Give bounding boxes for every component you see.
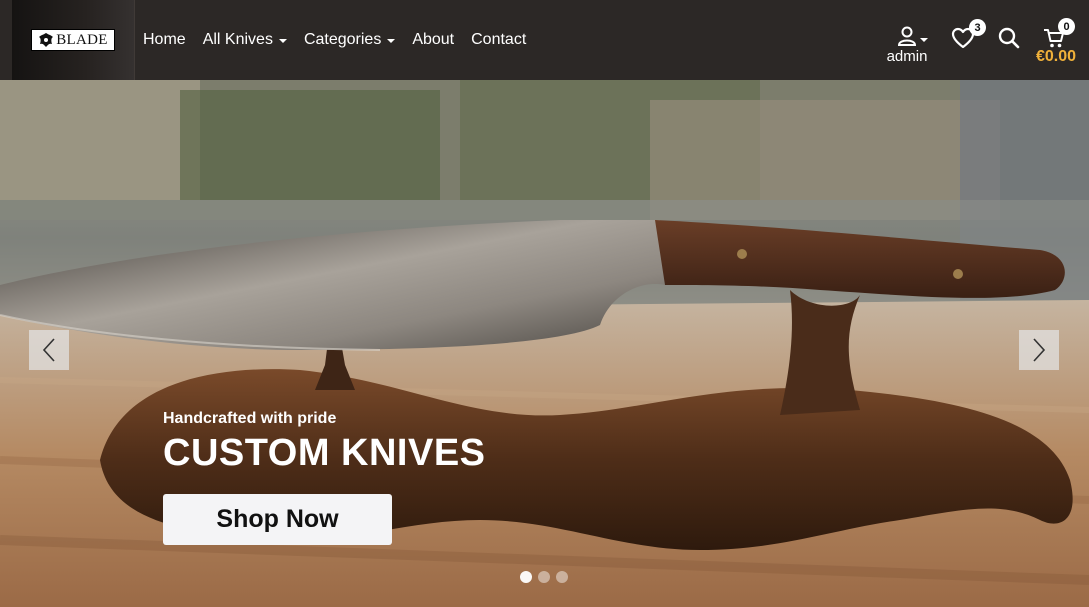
chevron-right-icon (1033, 338, 1046, 362)
slider-dot-2[interactable] (538, 571, 550, 583)
cart-total[interactable]: €0.00 (1036, 48, 1076, 66)
slider-dot-3[interactable] (556, 571, 568, 583)
logo-text: BLADE (56, 31, 108, 48)
wishlist-count-badge: 3 (969, 19, 986, 36)
user-icon (897, 26, 917, 46)
nav-item-label: Categories (303, 31, 382, 48)
user-menu[interactable]: admin (882, 26, 932, 66)
nav-item-categories[interactable]: Categories (303, 31, 396, 49)
nav-item-label: Contact (471, 31, 527, 48)
search-icon[interactable] (998, 27, 1020, 49)
logo[interactable]: BLADE (31, 29, 115, 51)
nav-item-contact[interactable]: Contact (471, 31, 526, 49)
slider-dot-1[interactable] (520, 571, 532, 583)
nav-item-label: About (412, 31, 455, 48)
caret-down-icon (278, 39, 287, 43)
slider-prev-button[interactable] (29, 330, 69, 370)
hero-title: CUSTOM KNIVES (163, 432, 486, 474)
slider-next-button[interactable] (1019, 330, 1059, 370)
cart-count-badge: 0 (1058, 18, 1075, 35)
shop-now-button[interactable]: Shop Now (163, 494, 392, 545)
hero-slider: Handcrafted with pride CUSTOM KNIVES Sho… (0, 80, 1089, 607)
slider-dots (520, 571, 568, 583)
nav-item-all-knives[interactable]: All Knives (203, 31, 287, 49)
chevron-left-icon (42, 338, 55, 362)
logo-container[interactable]: BLADE (12, 0, 135, 80)
nav-item-label: Home (143, 31, 186, 48)
nav-item-label: All Knives (202, 31, 273, 48)
caret-down-icon (387, 39, 396, 43)
main-nav: Home All Knives Categories About Contact (143, 0, 526, 80)
site-header: BLADE Home All Knives Categories About C… (0, 0, 1089, 80)
hero-subtitle: Handcrafted with pride (163, 410, 337, 427)
nav-item-home[interactable]: Home (143, 31, 186, 49)
user-name: admin (886, 48, 928, 65)
logo-emblem-icon (39, 33, 54, 47)
caret-down-icon (920, 38, 928, 42)
nav-item-about[interactable]: About (412, 31, 454, 49)
